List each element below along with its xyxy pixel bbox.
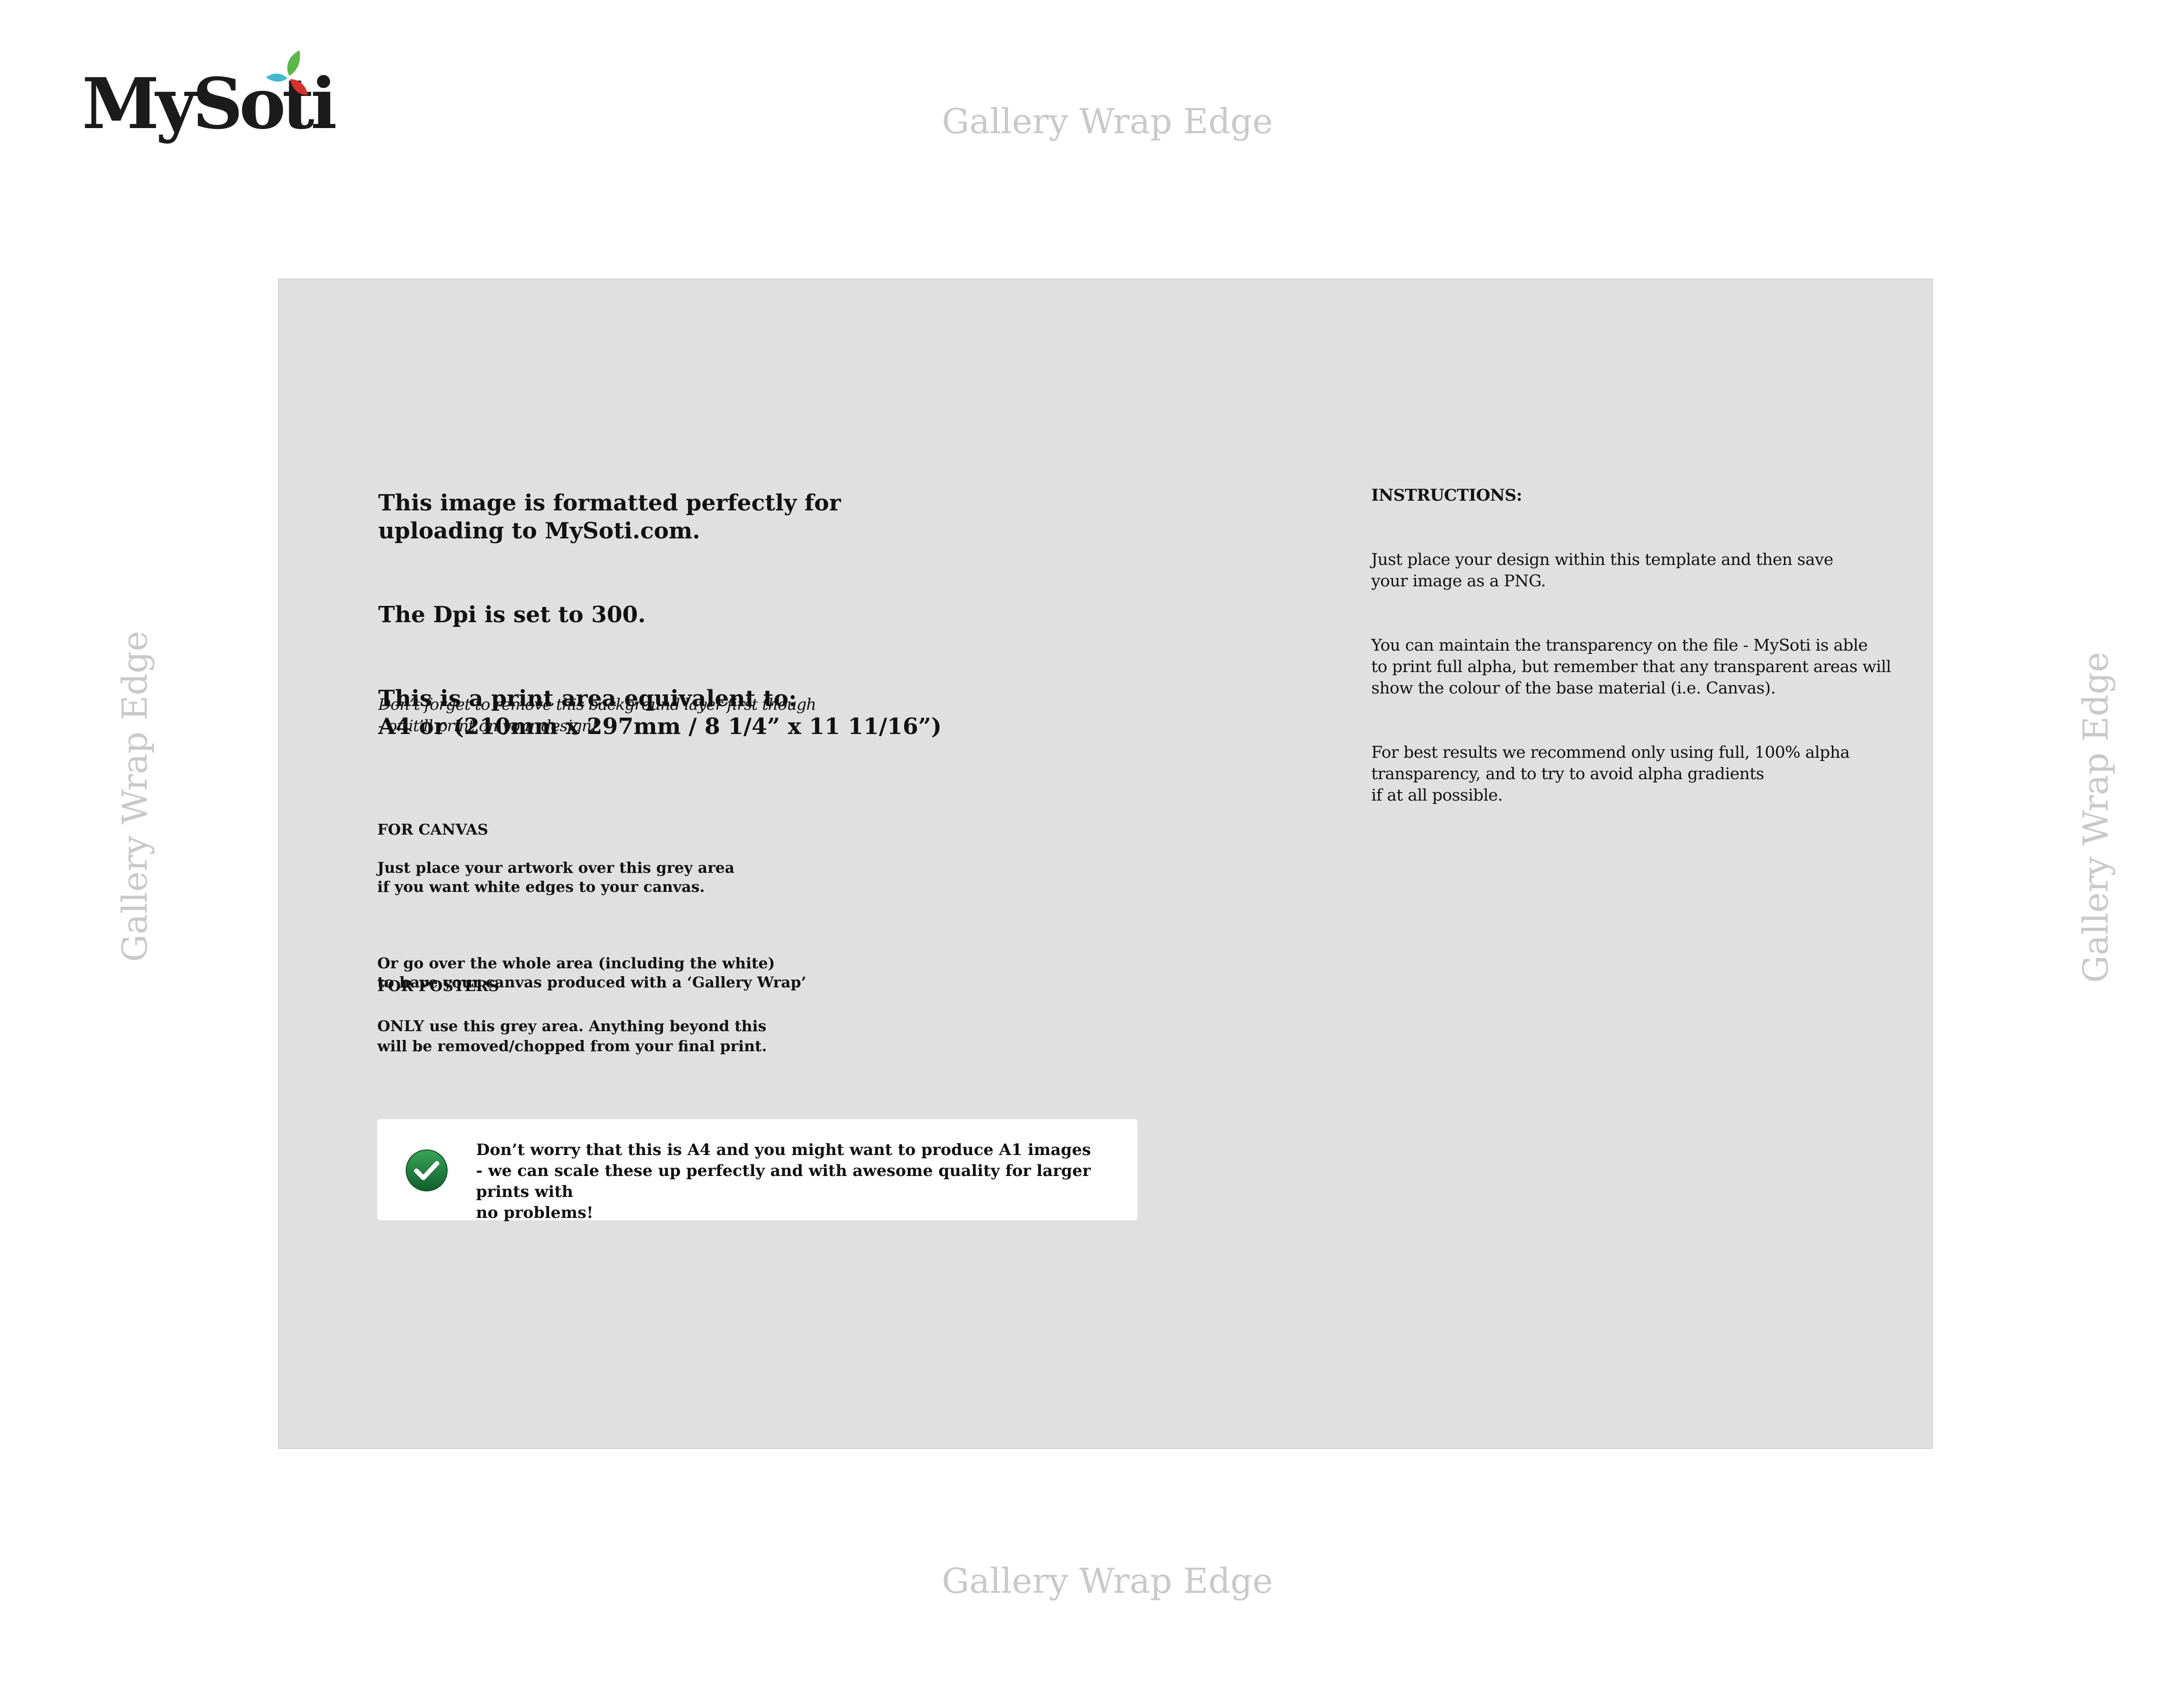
posters-heading: FOR POSTERS: [377, 977, 499, 995]
format-info-line1: This image is formatted perfectly for up…: [378, 490, 841, 544]
check-circle-icon: [406, 1149, 448, 1191]
instructions-section: INSTRUCTIONS: Just place your design wit…: [1371, 463, 1891, 849]
posters-section: FOR POSTERS ONLY use this grey area. Any…: [377, 956, 767, 1076]
gallery-wrap-edge-top: Gallery Wrap Edge: [942, 102, 1273, 142]
format-info-dpi: The Dpi is set to 300.: [378, 602, 646, 628]
scaling-notice-text: Don’t worry that this is A4 and you migh…: [476, 1141, 1091, 1222]
instructions-para-transparency: You can maintain the transparency on the…: [1371, 636, 1891, 698]
format-info: This image is formatted perfectly for up…: [378, 461, 942, 796]
print-area: This image is formatted perfectly for up…: [278, 279, 1933, 1449]
gallery-wrap-edge-bottom: Gallery Wrap Edge: [942, 1561, 1273, 1601]
instructions-para-best-results: For best results we recommend only using…: [1371, 743, 1850, 805]
posters-text: ONLY use this grey area. Anything beyond…: [377, 1017, 767, 1055]
red-leaf: [290, 79, 308, 95]
canvas-text-white-edges: Just place your artwork over this grey a…: [377, 859, 735, 896]
leaf-icon: [266, 50, 308, 95]
green-leaf: [287, 50, 300, 76]
canvas-heading: FOR CANVAS: [377, 821, 489, 838]
instructions-para-png: Just place your design within this templ…: [1371, 551, 1833, 591]
gallery-wrap-edge-left: Gallery Wrap Edge: [115, 631, 155, 962]
mysoti-logo: MySoti: [82, 50, 337, 153]
gallery-wrap-edge-right: Gallery Wrap Edge: [2076, 652, 2116, 983]
background-layer-reminder: Don’t forget to remove this background l…: [378, 695, 816, 735]
blue-leaf: [266, 74, 287, 82]
instructions-title: INSTRUCTIONS:: [1371, 486, 1522, 505]
scaling-notice-card: Don’t worry that this is A4 and you migh…: [377, 1119, 1137, 1222]
